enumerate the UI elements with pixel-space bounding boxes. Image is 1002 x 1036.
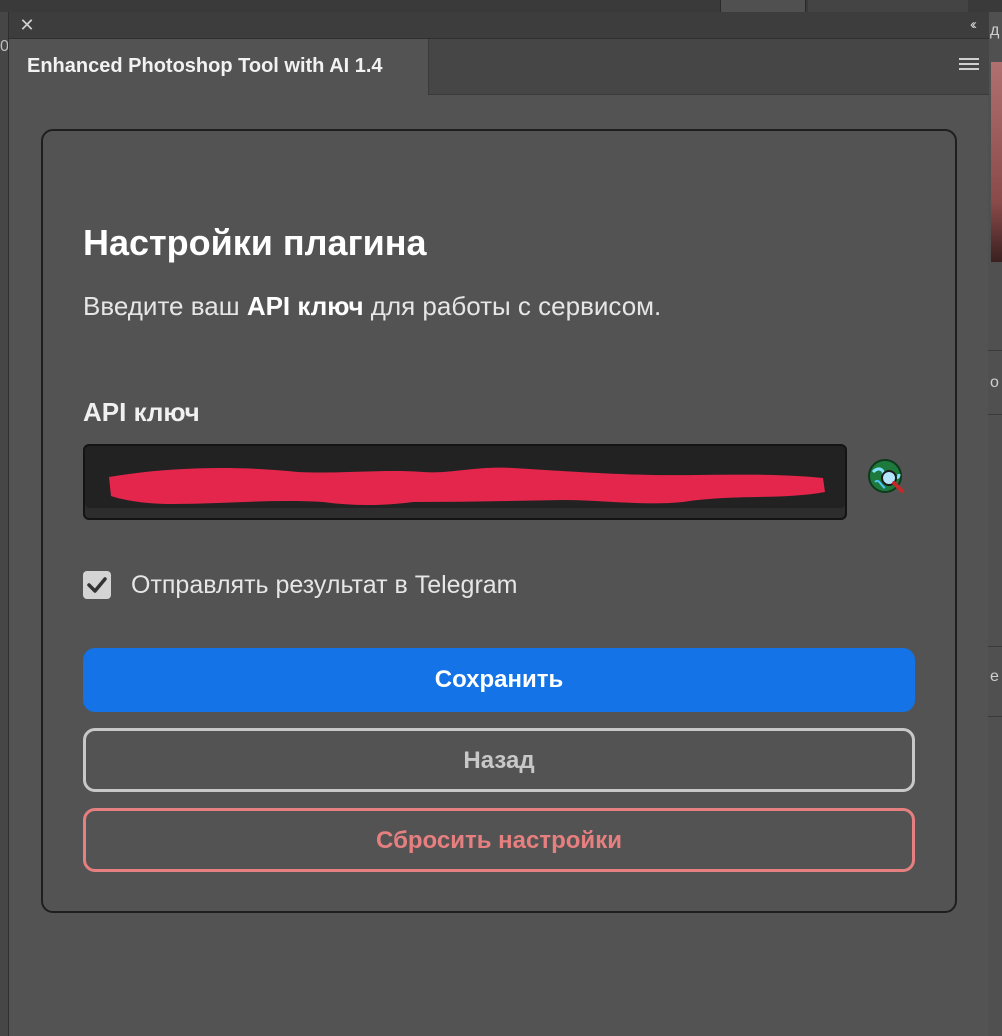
- plugin-panel: ✕ ‹‹ Enhanced Photoshop Tool with AI 1.4…: [8, 12, 989, 1036]
- panel-menu-icon[interactable]: [959, 58, 979, 74]
- background-partial-text: о: [990, 374, 999, 391]
- close-icon[interactable]: ✕: [17, 15, 37, 35]
- settings-card: Настройки плагина Введите ваш API ключ д…: [41, 129, 957, 913]
- background-tab[interactable]: [720, 0, 806, 12]
- panel-tab-row: Enhanced Photoshop Tool with AI 1.4: [9, 39, 989, 95]
- back-button[interactable]: Назад: [83, 728, 915, 792]
- redaction-stroke: [109, 467, 825, 505]
- color-swatch: [991, 62, 1002, 262]
- api-key-label: API ключ: [83, 397, 200, 427]
- background-right-panel: д о е: [988, 12, 1002, 1036]
- reset-settings-button[interactable]: Сбросить настройки: [83, 808, 915, 872]
- tab-plugin[interactable]: Enhanced Photoshop Tool with AI 1.4: [9, 39, 429, 95]
- panel-titlebar: ✕ ‹‹: [9, 12, 989, 39]
- checkmark-icon: [87, 577, 107, 593]
- page-title: Настройки плагина: [83, 222, 427, 263]
- divider: [988, 716, 1002, 717]
- save-button[interactable]: Сохранить: [83, 648, 915, 712]
- background-tab[interactable]: [808, 0, 968, 12]
- telegram-checkbox[interactable]: [83, 571, 111, 599]
- telegram-checkbox-label[interactable]: Отправлять результат в Telegram: [131, 571, 518, 600]
- divider: [988, 350, 1002, 351]
- redaction-mark: [109, 467, 825, 505]
- collapse-icon[interactable]: ‹‹: [961, 15, 983, 35]
- settings-description: Введите ваш API ключ для работы с сервис…: [83, 291, 662, 321]
- tab-label: Enhanced Photoshop Tool with AI 1.4: [27, 55, 383, 77]
- background-partial-text: е: [990, 668, 999, 685]
- background-partial-text: д: [990, 22, 1000, 39]
- divider: [988, 414, 1002, 415]
- divider: [988, 646, 1002, 647]
- globe-search-icon[interactable]: [867, 458, 907, 498]
